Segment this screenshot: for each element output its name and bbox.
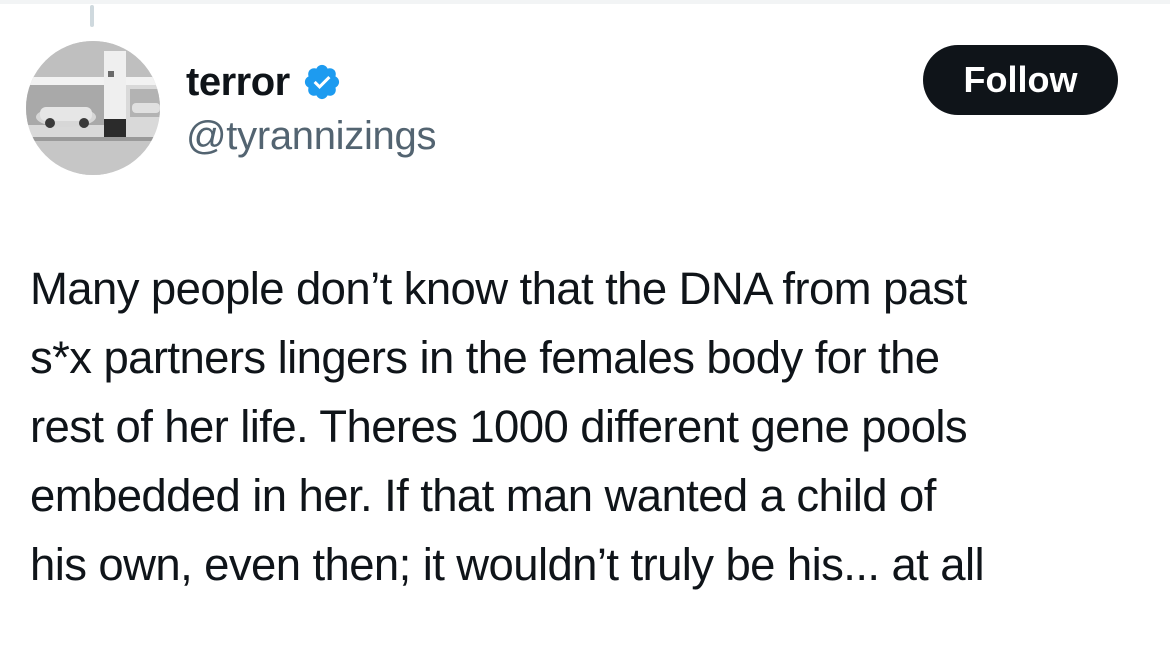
tweet-text-line: s*x partners lingers in the females body… [30,332,940,383]
author-handle[interactable]: @tyrannizings [186,110,436,162]
verified-badge-icon [304,64,339,100]
follow-button[interactable]: Follow [923,45,1118,115]
tweet-text: Many people don’t know that the DNA from… [30,254,1150,599]
tweet-text-line: rest of her life. Theres 1000 different … [30,401,968,452]
thread-connector-line [90,5,94,27]
tweet-text-line: his own, even then; it wouldn’t truly be… [30,539,985,590]
author-name-row: terror [186,56,342,108]
author-display-name[interactable]: terror [186,56,290,108]
tweet-text-line: Many people don’t know that the DNA from… [30,263,967,314]
tweet-text-line: embedded in her. If that man wanted a ch… [30,470,936,521]
avatar-image [26,41,160,175]
top-edge-divider [0,0,1170,4]
avatar[interactable] [26,41,160,175]
